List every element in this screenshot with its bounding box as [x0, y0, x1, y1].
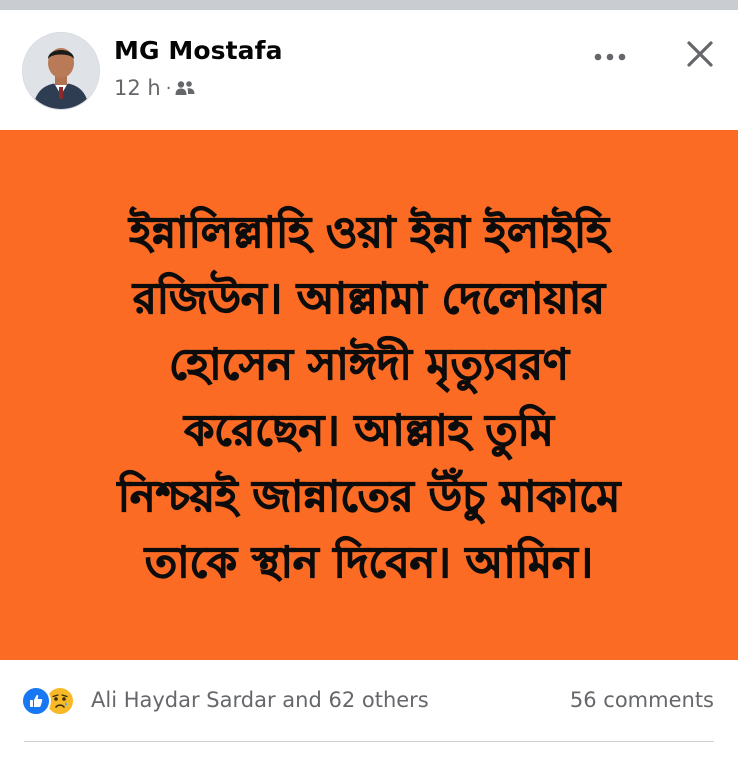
post-time[interactable]: 12 h: [114, 76, 161, 100]
post-image[interactable]: ইন্নালিল্লাহি ওয়া ইন্না ইলাইহি রজিউন। আ…: [0, 130, 738, 660]
friends-icon[interactable]: [175, 80, 195, 96]
post-meta: 12 h ·: [114, 76, 195, 100]
post-image-text: ইন্নালিল্লাহি ওয়া ইন্না ইলাইহি রজিউন। আ…: [117, 208, 621, 589]
close-button[interactable]: [680, 36, 720, 76]
reaction-icons[interactable]: [21, 686, 75, 716]
avatar[interactable]: [22, 32, 100, 110]
top-separator: [0, 0, 738, 10]
close-icon: [686, 40, 714, 72]
reactions-summary[interactable]: Ali Haydar Sardar and 62 others: [91, 688, 429, 712]
like-reaction-icon: [21, 686, 51, 716]
more-horizontal-icon: [593, 46, 627, 65]
divider: [24, 741, 714, 742]
author-name[interactable]: MG Mostafa: [114, 36, 283, 65]
reactions-bar: Ali Haydar Sardar and 62 others 56 comme…: [0, 660, 738, 740]
meta-separator: ·: [165, 77, 172, 99]
post-header: MG Mostafa 12 h ·: [0, 10, 738, 130]
more-options-button[interactable]: [588, 40, 632, 70]
comments-count[interactable]: 56 comments: [570, 688, 714, 712]
